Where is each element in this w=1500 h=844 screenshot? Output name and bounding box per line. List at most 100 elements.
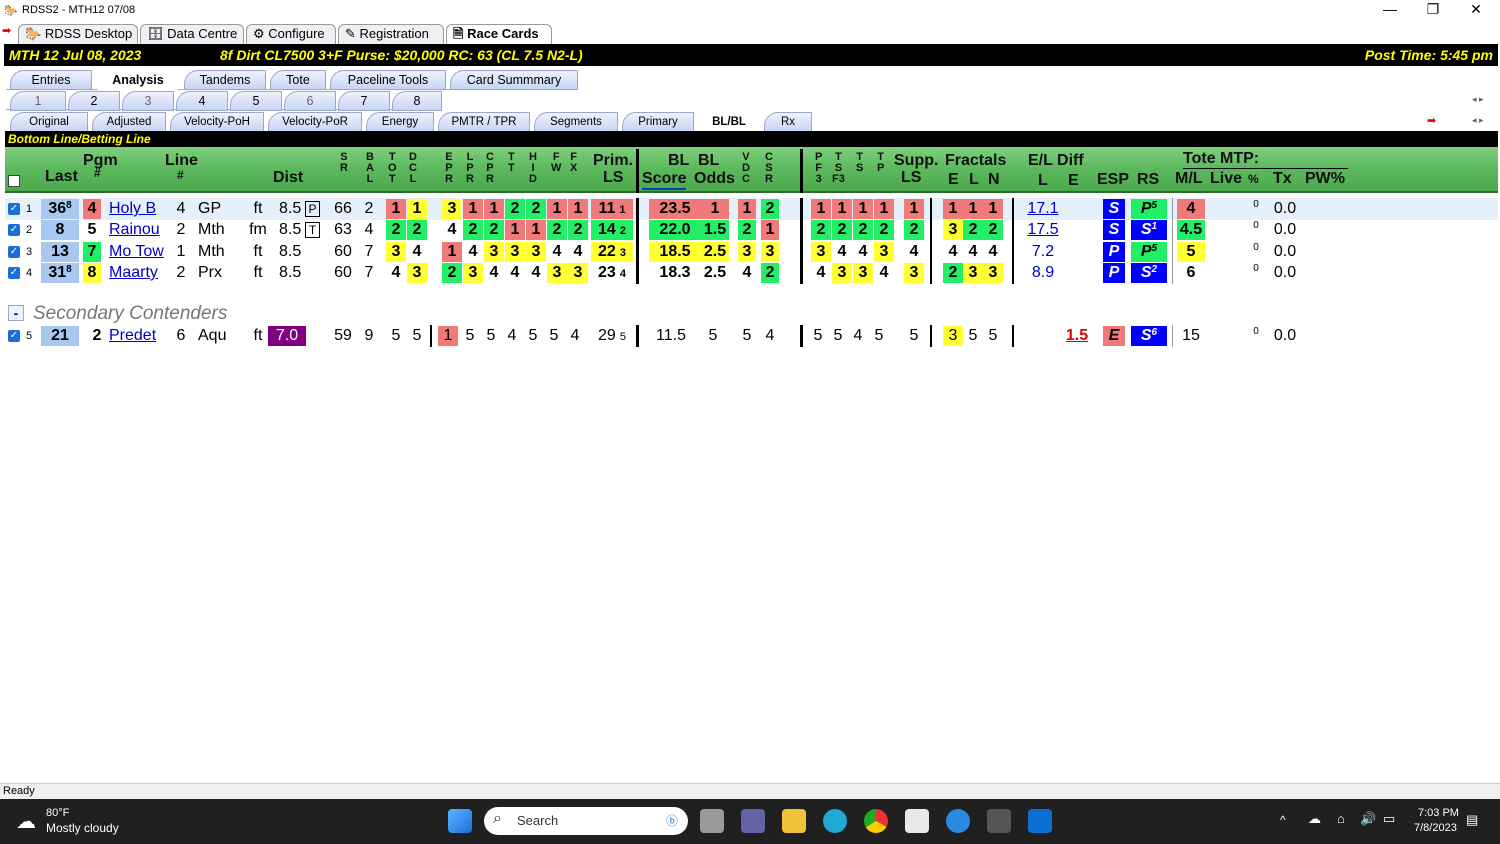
row-checkbox[interactable]: ✓ (8, 330, 20, 342)
col-odds: Odds (694, 170, 735, 187)
table-row[interactable]: ✓ 3 13 7 3 4 1 4 3 3 3 4 4 3 3 3 4 4 3 4 4 4 4 Mo Tow 1 Mth ft 8.5 6… (5, 241, 1498, 263)
cell-supp: 3 (904, 263, 924, 283)
tab-entries[interactable]: Entries (10, 70, 92, 90)
tab-race-cards[interactable]: 🗎 Race Cards (446, 24, 552, 44)
el-diff-e[interactable]: 1.5 (1061, 326, 1093, 346)
cell-pgm: 8 (83, 263, 101, 283)
hp-app-icon[interactable] (1028, 809, 1052, 833)
windows-start-icon[interactable] (448, 809, 472, 833)
row-checkbox[interactable]: ✓ (8, 267, 20, 279)
edge-icon[interactable] (823, 809, 847, 833)
table-row[interactable]: ✓ 1 368 4 1 1 3 1 1 2 2 1 1 1 2 1 1 1 1 1 1 1 1 Holy B 4 GP ft 8.5 P… (5, 198, 1498, 220)
col-supp: Supp. (894, 152, 939, 169)
search-box[interactable]: ⌕ Search ⓑ (484, 807, 688, 835)
tab-race-3[interactable]: 3 (122, 91, 174, 111)
search-icon: ⌕ (493, 810, 502, 827)
horse-name-link[interactable]: Holy B (109, 199, 169, 219)
sr-value: 60 (334, 264, 352, 281)
weather-icon[interactable]: ☁ (16, 809, 36, 834)
store-icon[interactable] (905, 809, 929, 833)
notification-icon[interactable]: ▤ (1466, 812, 1478, 828)
tab-adjusted[interactable]: Adjusted (92, 112, 166, 132)
tab-race-6[interactable]: 6 (284, 91, 336, 111)
tab-analysis[interactable]: Analysis (98, 70, 178, 90)
file-explorer-icon[interactable] (782, 809, 806, 833)
battery-icon[interactable]: ▭ (1383, 811, 1395, 827)
clock-time[interactable]: 7:03 PM (1418, 807, 1459, 819)
tab-data-centre[interactable]: 🗄 Data Centre (140, 24, 244, 44)
cell-tp: 4 (879, 264, 889, 281)
cell-dcl: 4 (412, 243, 422, 260)
prim-ls: 23 4 (591, 263, 633, 283)
tab-bl-bl[interactable]: BL/BL (698, 112, 760, 132)
row-checkbox[interactable]: ✓ (8, 203, 20, 215)
tab-pmtr-tpr[interactable]: PMTR / TPR (438, 112, 530, 132)
rdss-app-icon[interactable] (987, 809, 1011, 833)
row-checkbox[interactable]: ✓ (8, 246, 20, 258)
horse-name-link[interactable]: Mo Tow (109, 242, 169, 262)
el-diff-l[interactable]: 17.5 (1023, 220, 1063, 240)
cell-dcl: 3 (407, 263, 427, 283)
live-pct: 0 (1253, 242, 1259, 253)
tab-original[interactable]: Original (10, 112, 88, 132)
tray-expand-icon[interactable]: ^ (1280, 813, 1286, 827)
prim-ls: 11 1 (591, 199, 633, 219)
minimize-button[interactable]: — (1370, 1, 1410, 17)
network-icon[interactable]: ⌂ (1337, 811, 1345, 826)
scroll-arrows-icon[interactable]: ◂ ▸ (1472, 94, 1484, 105)
tab-primary[interactable]: Primary (622, 112, 694, 132)
maximize-button[interactable]: ❐ (1413, 1, 1453, 18)
export-icon[interactable]: ➡ (1427, 114, 1436, 127)
horse-name-link[interactable]: Rainou (109, 220, 169, 240)
horse-name-link[interactable]: Predet (109, 326, 169, 346)
tx-value: 0.0 (1273, 221, 1297, 238)
tab-configure[interactable]: ⚙ Configure (246, 24, 336, 44)
tab-race-4[interactable]: 4 (176, 91, 228, 111)
row-number: 1 (25, 203, 33, 215)
tab-registration[interactable]: ✎ Registration (338, 24, 444, 44)
close-button[interactable]: ✕ (1456, 1, 1496, 18)
tab-tandems[interactable]: Tandems (184, 70, 266, 90)
horse-name-link[interactable]: Maarty (109, 263, 169, 283)
window-title: RDSS2 - MTH12 07/08 (22, 4, 136, 16)
task-view-icon[interactable] (700, 809, 724, 833)
table-row[interactable]: ✓ 2 8 5 2 2 4 2 2 1 1 2 2 2 1 2 2 2 2 2 3 2 2 Rainou 2 Mth fm 8.5 T 6… (5, 219, 1498, 241)
cell-tp: 1 (874, 199, 894, 219)
track: Aqu (198, 327, 227, 344)
volume-icon[interactable]: 🔊 (1360, 811, 1376, 827)
rs-superscript: 6 (1151, 327, 1158, 338)
tab-rdss-desktop[interactable]: 🐎 RDSS Desktop (18, 24, 138, 44)
row-checkbox[interactable]: ✓ (8, 224, 20, 236)
table-row[interactable]: ✓ 4 318 8 4 3 2 3 4 4 4 3 3 4 2 4 3 3 4 3 2 3 3 Maarty 2 Prx ft 8.5… (5, 262, 1498, 284)
chat-icon[interactable] (741, 809, 765, 833)
tab-tote[interactable]: Tote (270, 70, 326, 90)
tab-rx[interactable]: Rx (764, 112, 812, 132)
tab-velocity-por[interactable]: Velocity-PoR (268, 112, 362, 132)
el-diff-l[interactable]: 17.1 (1023, 199, 1063, 219)
tab-race-5[interactable]: 5 (230, 91, 282, 111)
help-icon[interactable] (946, 809, 970, 833)
col-last[interactable]: Last (45, 168, 78, 186)
tab-velocity-poh[interactable]: Velocity-PoH (170, 112, 264, 132)
table-row-secondary[interactable]: ✓ 5 21 2 Predet 6 Aqu ft 7.0 59 9 5 5 1 5 5 4 5 5 4 29 5 11.5 5… (5, 325, 1498, 347)
chrome-icon[interactable] (864, 809, 888, 833)
tab-race-1[interactable]: 1 (10, 91, 66, 111)
bing-icon[interactable]: ⓑ (666, 812, 678, 829)
clock-date[interactable]: 7/8/2023 (1414, 822, 1457, 834)
tab-race-2[interactable]: 2 (68, 91, 120, 111)
scroll-arrows-icon[interactable]: ◂ ▸ (1472, 115, 1484, 126)
col-score[interactable]: Score (642, 170, 687, 190)
tab-card-summary[interactable]: Card Summmary (450, 70, 578, 90)
cell-vdc: 3 (738, 242, 756, 262)
cell-ts: 4 (853, 327, 863, 344)
cell-vdc: 2 (738, 220, 756, 240)
collapse-toggle[interactable]: - (8, 305, 24, 321)
onedrive-icon[interactable]: ☁ (1308, 811, 1321, 827)
select-all-checkbox[interactable] (8, 175, 20, 187)
tab-energy[interactable]: Energy (366, 112, 434, 132)
tx-value: 0.0 (1273, 264, 1297, 281)
tab-race-8[interactable]: 8 (392, 91, 442, 111)
tab-paceline-tools[interactable]: Paceline Tools (330, 70, 446, 90)
tab-race-7[interactable]: 7 (338, 91, 390, 111)
tab-segments[interactable]: Segments (534, 112, 618, 132)
